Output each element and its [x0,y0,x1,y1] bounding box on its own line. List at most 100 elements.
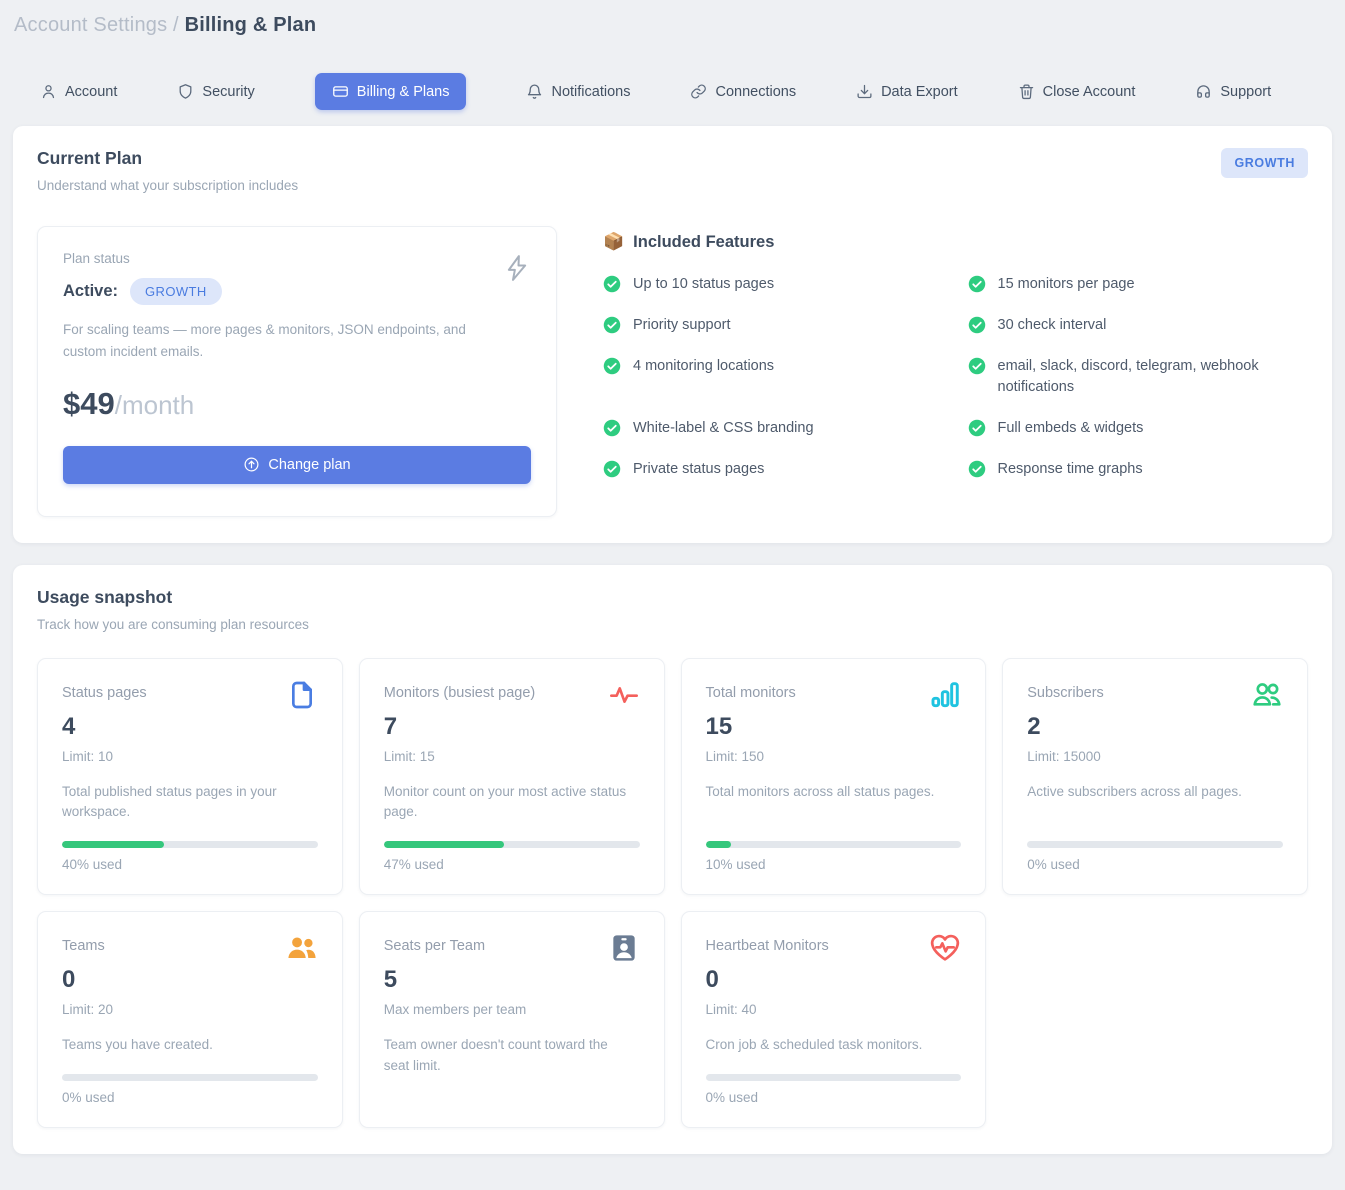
current-plan-title: Current Plan [37,148,298,169]
features-title: Included Features [633,233,774,252]
tab-label: Close Account [1043,84,1136,100]
feature-label: Response time graphs [998,459,1143,481]
feature-item: White-label & CSS branding [603,418,944,440]
usage-card-title: Teams [62,932,105,954]
bar-chart-icon [929,679,961,711]
feature-item: Private status pages [603,459,944,481]
plan-price-amount: $49 [63,386,115,421]
check-circle-icon [603,316,621,334]
usage-card-total-monitors: Total monitors 15 Limit: 150 Total monit… [681,658,987,896]
plan-status-value: Active: [63,282,118,301]
bell-icon [526,83,543,100]
feature-label: 30 check interval [998,315,1107,337]
tab-label: Security [202,84,254,100]
feature-label: Private status pages [633,459,764,481]
progress-track [62,841,318,848]
plan-status-tier-pill: GROWTH [130,278,222,305]
breadcrumb-section[interactable]: Account Settings [14,14,167,36]
usage-card-monitors-busiest: Monitors (busiest page) 7 Limit: 15 Moni… [359,658,665,896]
usage-progress: 40% used [62,823,318,872]
feature-item: 30 check interval [968,315,1309,337]
feature-item: 15 monitors per page [968,274,1309,296]
check-circle-icon [603,275,621,293]
feature-label: 15 monitors per page [998,274,1135,296]
feature-item: Response time graphs [968,459,1309,481]
person-icon [40,83,57,100]
arrow-up-circle-icon [243,456,260,473]
included-features: 📦 Included Features Up to 10 status page… [603,226,1308,517]
progress-track [62,1074,318,1081]
tab-billing-plans[interactable]: Billing & Plans [315,73,467,110]
check-circle-icon [968,275,986,293]
tab-label: Billing & Plans [357,84,450,100]
usage-progress: 0% used [706,1056,962,1105]
feature-item: Up to 10 status pages [603,274,944,296]
tab-connections[interactable]: Connections [690,83,796,100]
breadcrumb: Account Settings / Billing & Plan [0,0,1345,37]
usage-card-seats-per-team: Seats per Team 5 Max members per team Te… [359,911,665,1128]
usage-card-limit: Limit: 15 [384,749,640,764]
pulse-icon [608,679,640,711]
change-plan-label: Change plan [268,457,350,473]
usage-card-title: Status pages [62,679,147,701]
feature-label: Full embeds & widgets [998,418,1144,440]
progress-label: 0% used [706,1090,962,1105]
plan-price-period: /month [115,390,195,420]
usage-card-limit: Limit: 10 [62,749,318,764]
usage-card-limit: Limit: 20 [62,1002,318,1017]
change-plan-button[interactable]: Change plan [63,446,531,484]
check-circle-icon [968,316,986,334]
feature-item: 4 monitoring locations [603,356,944,400]
progress-label: 0% used [1027,857,1283,872]
tab-support[interactable]: Support [1195,83,1271,100]
check-circle-icon [603,357,621,375]
feature-label: White-label & CSS branding [633,418,814,440]
usage-card-limit: Limit: 15000 [1027,749,1283,764]
link-icon [690,83,707,100]
usage-snapshot-section: Usage snapshot Track how you are consumi… [13,565,1332,1155]
lightning-icon [502,251,532,285]
tab-account[interactable]: Account [40,83,117,100]
progress-fill [384,841,504,848]
tab-label: Connections [715,84,796,100]
package-icon: 📦 [603,232,624,252]
usage-card-title: Subscribers [1027,679,1104,701]
usage-card-value: 5 [384,966,640,994]
usage-card-value: 7 [384,713,640,741]
tab-notifications[interactable]: Notifications [526,83,630,100]
feature-item: email, slack, discord, telegram, webhook… [968,356,1309,400]
usage-card-value: 4 [62,713,318,741]
tab-label: Data Export [881,84,958,100]
feature-label: 4 monitoring locations [633,356,774,378]
usage-card-title: Seats per Team [384,932,485,954]
progress-fill [706,841,732,848]
usage-card-status-pages: Status pages 4 Limit: 10 Total published… [37,658,343,896]
usage-grid: Status pages 4 Limit: 10 Total published… [37,658,1308,1129]
feature-label: email, slack, discord, telegram, webhook… [998,356,1279,400]
check-circle-icon [968,357,986,375]
usage-progress: 0% used [62,1056,318,1105]
progress-label: 10% used [706,857,962,872]
progress-fill [62,841,164,848]
breadcrumb-separator: / [167,14,184,36]
feature-label: Priority support [633,315,731,337]
tab-data-export[interactable]: Data Export [856,83,958,100]
tab-close-account[interactable]: Close Account [1018,83,1136,100]
check-circle-icon [603,419,621,437]
current-plan-section: Current Plan Understand what your subscr… [13,126,1332,543]
tab-label: Account [65,84,117,100]
plan-tier-badge: GROWTH [1221,148,1308,178]
credit-card-icon [332,83,349,100]
usage-card-heartbeat-monitors: Heartbeat Monitors 0 Limit: 40 Cron job … [681,911,987,1128]
usage-card-description: Total monitors across all status pages. [706,782,962,803]
usage-progress: 47% used [384,823,640,872]
usage-card-title: Heartbeat Monitors [706,932,829,954]
progress-track [706,1074,962,1081]
teams-icon [286,932,318,964]
usage-card-limit: Limit: 40 [706,1002,962,1017]
feature-item: Priority support [603,315,944,337]
usage-title: Usage snapshot [37,587,309,608]
usage-card-description: Monitor count on your most active status… [384,782,640,824]
usage-card-teams: Teams 0 Limit: 20 Teams you have created… [37,911,343,1128]
tab-security[interactable]: Security [177,83,254,100]
